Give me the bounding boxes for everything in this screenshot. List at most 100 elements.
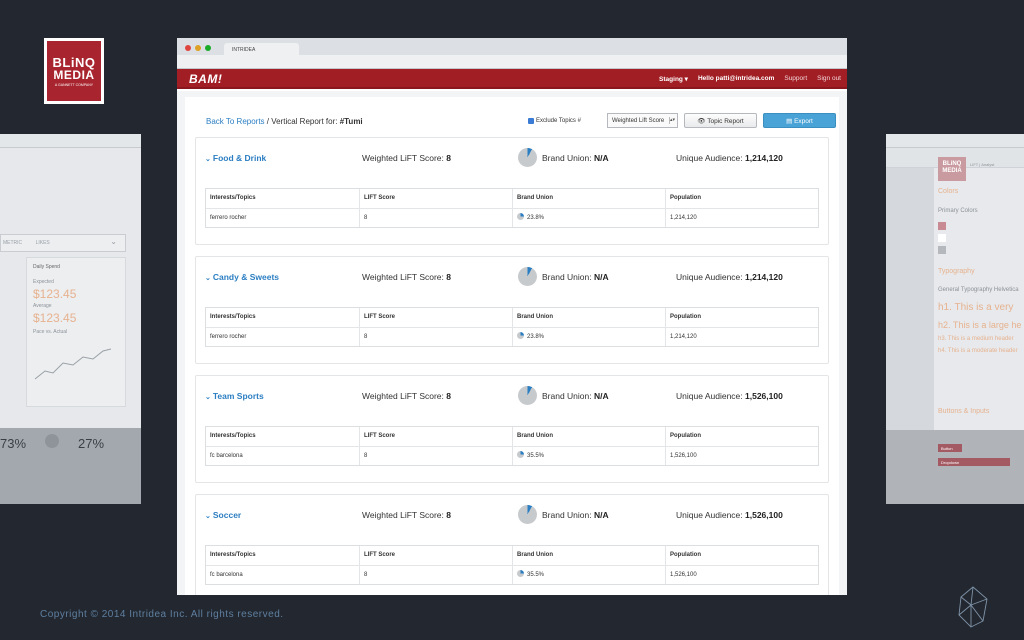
table-row[interactable]: ferrero rocher 8 23.8% 1,214,120 <box>206 327 818 346</box>
sort-select[interactable]: Weighted Lift Score ▴▾ <box>607 113 678 128</box>
table-row[interactable]: fc barcelona 8 35.5% 1,526,100 <box>206 565 818 584</box>
table-header-row: Interests/Topics LIFT Score Brand Union Pop… <box>206 427 818 446</box>
minimize-window-icon[interactable] <box>195 45 201 51</box>
audience-value: 1,214,120 <box>745 153 783 163</box>
swatch-gray <box>938 246 946 254</box>
maximize-window-icon[interactable] <box>205 45 211 51</box>
gem-icon <box>958 586 988 628</box>
weighted-lift-score: Weighted LiFT Score: 8 <box>362 153 451 163</box>
h4-sample: h4. This is a moderate header <box>938 348 1018 354</box>
user-greeting[interactable]: Hello patti@intridea.com <box>698 75 774 83</box>
select-arrows-icon: ▴▾ <box>669 117 676 124</box>
exclude-topics-checkbox[interactable] <box>528 118 534 124</box>
lift-score-cell: 8 <box>359 447 512 465</box>
column-header[interactable]: Interests/Topics <box>206 308 359 327</box>
bam-logo[interactable]: BAM! <box>189 72 222 86</box>
topic-cell: ferrero rocher <box>210 215 247 221</box>
chevron-down-icon: ⌄ <box>110 237 117 246</box>
section-toggle[interactable]: ⌄ Candy & Sweets <box>205 272 279 282</box>
brand-union: Brand Union: N/A <box>542 510 609 520</box>
lift-score-cell: 8 <box>359 328 512 346</box>
pace-line-chart <box>34 348 112 380</box>
copyright-footer: Copyright © 2014 Intridea Inc. All right… <box>40 609 284 620</box>
weighted-lift-score: Weighted LiFT Score: 8 <box>362 391 451 401</box>
column-header[interactable]: Brand Union <box>512 546 665 565</box>
h1-sample: h1. This is a very <box>938 302 1014 313</box>
topics-table: Interests/Topics LIFT Score Brand Union Pop… <box>205 545 819 585</box>
close-window-icon[interactable] <box>185 45 191 51</box>
left-window-dark-panel: 73% 27% <box>0 428 141 504</box>
union-label: Brand Union: <box>542 391 594 401</box>
brand-union-cell: 35.5% <box>512 447 665 465</box>
section-toggle[interactable]: ⌄ Team Sports <box>205 391 264 401</box>
section-title: Team Sports <box>212 391 264 401</box>
report-page: Back To Reports / Vertical Report for: #… <box>185 97 839 595</box>
sign-out-link[interactable]: Sign out <box>817 75 841 83</box>
weighted-lift-score: Weighted LiFT Score: 8 <box>362 510 451 520</box>
audience-value: 1,526,100 <box>745 391 783 401</box>
table-row[interactable]: ferrero rocher 8 23.8% 1,214,120 <box>206 208 818 227</box>
column-header[interactable]: Population <box>665 308 818 327</box>
column-header[interactable]: LIFT Score <box>359 427 512 446</box>
score-label: Weighted LiFT Score: <box>362 391 447 401</box>
exclude-topics-toggle[interactable]: Exclude Topics # <box>528 118 581 124</box>
metric-label: METRIC <box>3 240 23 246</box>
browser-tab[interactable]: INTRIDEA <box>224 43 299 55</box>
staging-dropdown[interactable]: Staging ▾ <box>659 75 688 83</box>
expected-value: $123.45 <box>33 287 77 301</box>
sort-select-value: Weighted Lift Score <box>612 118 665 124</box>
column-header[interactable]: LIFT Score <box>359 308 512 327</box>
section-header: ⌄ Team Sports Weighted LiFT Score: 8 Bran… <box>196 376 828 416</box>
population-cell: 1,526,100 <box>665 566 818 584</box>
daily-spend-card: Daily Spend Expected $123.45 Average $12… <box>26 257 126 407</box>
union-label: Brand Union: <box>542 272 594 282</box>
score-label: Weighted LiFT Score: <box>362 510 447 520</box>
logo-line-1: BLiNQ <box>52 54 96 70</box>
column-header[interactable]: Population <box>665 427 818 446</box>
column-header[interactable]: Brand Union <box>512 427 665 446</box>
score-value: 8 <box>446 510 451 520</box>
app-header: BAM! Staging ▾ Hello patti@intridea.com … <box>177 69 847 89</box>
address-bar[interactable] <box>177 55 847 68</box>
buttons-heading: Buttons & Inputs <box>938 408 990 415</box>
topic-cell: ferrero rocher <box>210 334 247 340</box>
column-header[interactable]: Population <box>665 546 818 565</box>
brand-union-value: 35.5% <box>527 572 545 579</box>
swatch-white <box>938 234 946 242</box>
section-toggle[interactable]: ⌄ Soccer <box>205 510 241 520</box>
section-toggle[interactable]: ⌄ Food & Drink <box>205 153 266 163</box>
metric-select: METRIC LIKES ⌄ <box>0 234 126 252</box>
user-icon <box>45 434 59 448</box>
brand-union-pie-icon <box>518 267 537 286</box>
column-header[interactable]: Brand Union <box>512 308 665 327</box>
union-label: Brand Union: <box>542 510 594 520</box>
column-header[interactable]: Population <box>665 189 818 208</box>
unique-audience: Unique Audience: 1,526,100 <box>676 391 783 401</box>
brand-union-cell: 23.8% <box>512 328 665 346</box>
export-button[interactable]: ▤ Export <box>763 113 836 128</box>
back-to-reports-link[interactable]: Back To Reports <box>206 117 265 126</box>
column-header[interactable]: LIFT Score <box>359 546 512 565</box>
average-label: Average <box>33 303 52 309</box>
audience-label: Unique Audience: <box>676 391 745 401</box>
score-value: 8 <box>446 153 451 163</box>
column-header[interactable]: Interests/Topics <box>206 546 359 565</box>
category-section: ⌄ Team Sports Weighted LiFT Score: 8 Bran… <box>195 375 829 483</box>
column-header[interactable]: Interests/Topics <box>206 427 359 446</box>
breadcrumb: Back To Reports / Vertical Report for: #… <box>206 117 363 126</box>
column-header[interactable]: LIFT Score <box>359 189 512 208</box>
column-header[interactable]: Brand Union <box>512 189 665 208</box>
chevron-down-icon: ⌄ <box>205 156 211 163</box>
brand-union: Brand Union: N/A <box>542 391 609 401</box>
chevron-down-icon: ⌄ <box>205 513 211 520</box>
lift-score-cell: 8 <box>359 566 512 584</box>
union-value: N/A <box>593 153 609 163</box>
score-value: 8 <box>446 272 451 282</box>
pie-chart-icon <box>517 213 524 220</box>
column-header[interactable]: Interests/Topics <box>206 189 359 208</box>
support-link[interactable]: Support <box>784 75 807 83</box>
section-title: Food & Drink <box>212 153 267 163</box>
topic-report-button[interactable]: 👁 Topic Report <box>684 113 757 128</box>
topics-table: Interests/Topics LIFT Score Brand Union Pop… <box>205 188 819 228</box>
table-row[interactable]: fc barcelona 8 35.5% 1,526,100 <box>206 446 818 465</box>
